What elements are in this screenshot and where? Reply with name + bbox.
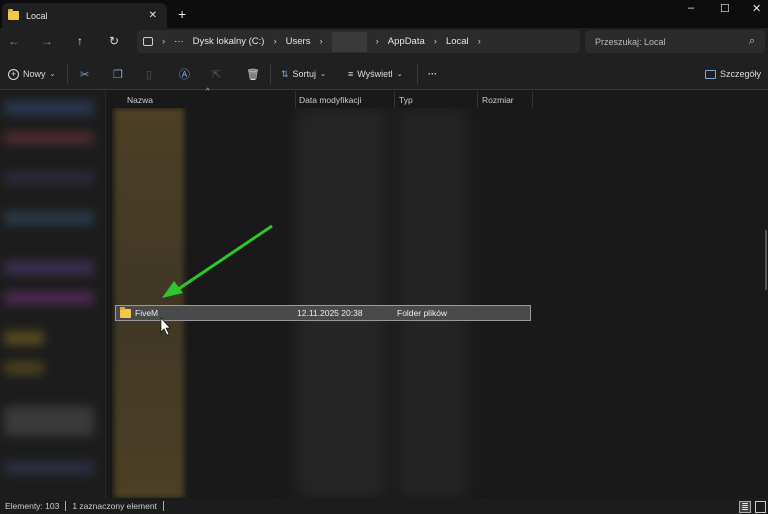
chevron-down-icon: ⌄: [320, 71, 326, 78]
navigation-pane[interactable]: [0, 91, 106, 498]
refresh-button[interactable]: ↻: [105, 34, 123, 50]
column-type[interactable]: Typ: [399, 95, 413, 105]
share-icon[interactable]: ⇱: [212, 66, 221, 82]
chevron-down-icon: ⌄: [396, 71, 403, 78]
maximize-button[interactable]: ☐: [720, 2, 730, 15]
selection-count: 1 zaznaczony element: [72, 501, 157, 511]
chevron-icon[interactable]: ›: [319, 36, 322, 47]
column-header: Nazwa ^ Data modyfikacji Typ Rozmiar: [112, 88, 768, 108]
details-button[interactable]: Szczegóły: [705, 66, 761, 82]
breadcrumb-user-redacted[interactable]: [331, 31, 367, 52]
search-placeholder: Przeszukaj: Local: [595, 36, 666, 47]
more-options-button[interactable]: ···: [428, 66, 437, 82]
chevron-icon[interactable]: ›: [434, 36, 437, 47]
tab-local[interactable]: Local ✕: [2, 3, 167, 28]
chevron-down-icon: ⌄: [49, 71, 56, 78]
delete-icon[interactable]: 🗑: [246, 66, 260, 82]
column-size[interactable]: Rozmiar: [482, 95, 514, 105]
new-button[interactable]: + Nowy ⌄: [8, 66, 55, 82]
chevron-icon[interactable]: ›: [273, 36, 276, 47]
close-button[interactable]: ✕: [752, 2, 761, 15]
new-label: Nowy: [23, 69, 46, 79]
chevron-icon[interactable]: ›: [478, 36, 481, 47]
chevron-icon[interactable]: ›: [376, 36, 379, 47]
sort-button[interactable]: ⇅ Sortuj ⌄: [281, 66, 326, 82]
chevron-icon[interactable]: ›: [162, 36, 165, 47]
file-date: 12.11.2025 20:38: [297, 308, 363, 318]
sort-ascending-icon: ^: [206, 88, 210, 95]
arrow-head: [162, 281, 183, 298]
cursor-icon: [160, 317, 171, 335]
paste-icon[interactable]: ▯: [146, 66, 152, 82]
breadcrumb-more[interactable]: ···: [174, 36, 184, 47]
search-icon: ⌕: [748, 35, 755, 47]
arrow-shaft: [173, 224, 273, 294]
status-bar: Elementy: 103 1 zaznaczony element: [0, 498, 768, 514]
computer-icon: [143, 37, 153, 46]
address-bar[interactable]: › ··· Dysk lokalny (C:) › Users › › AppD…: [137, 30, 580, 53]
tab-title: Local: [26, 10, 48, 21]
list-icon: ≡: [348, 69, 354, 79]
rename-icon[interactable]: Ⓐ: [179, 66, 190, 82]
breadcrumb-local[interactable]: Local: [446, 36, 469, 47]
breadcrumb-appdata[interactable]: AppData: [388, 36, 425, 47]
plus-circle-icon: +: [8, 68, 19, 80]
scrollbar[interactable]: [765, 230, 767, 290]
view-label: Wyświetl: [357, 69, 393, 79]
up-button[interactable]: ↑: [71, 34, 89, 50]
details-label: Szczegóły: [720, 69, 762, 79]
column-name[interactable]: Nazwa: [127, 95, 153, 105]
copy-icon[interactable]: ❐: [113, 66, 123, 82]
details-view-icon[interactable]: ≣: [739, 501, 751, 513]
folder-icon: [8, 9, 19, 20]
details-pane-icon: [705, 69, 716, 79]
sort-icon: ⇅: [281, 68, 289, 79]
breadcrumb-drive[interactable]: Dysk lokalny (C:): [193, 36, 265, 47]
tiles-view-icon[interactable]: [755, 501, 766, 513]
item-count: Elementy: 103: [5, 501, 60, 511]
view-button[interactable]: ≡ Wyświetl ⌄: [348, 66, 403, 82]
column-date[interactable]: Data modyfikacji: [299, 95, 361, 105]
search-input[interactable]: Przeszukaj: Local ⌕: [585, 30, 765, 53]
sort-label: Sortuj: [292, 69, 317, 79]
folder-icon: [120, 306, 131, 318]
minimize-button[interactable]: –: [688, 2, 694, 14]
file-type: Folder plików: [397, 308, 448, 318]
annotation-arrow: [160, 224, 273, 335]
forward-button[interactable]: →: [38, 34, 56, 50]
tab-close-button[interactable]: ✕: [149, 10, 157, 21]
cut-icon[interactable]: ✂: [80, 66, 89, 82]
new-tab-button[interactable]: +: [178, 6, 186, 22]
breadcrumb-users[interactable]: Users: [286, 36, 311, 47]
back-button[interactable]: ←: [5, 34, 23, 50]
